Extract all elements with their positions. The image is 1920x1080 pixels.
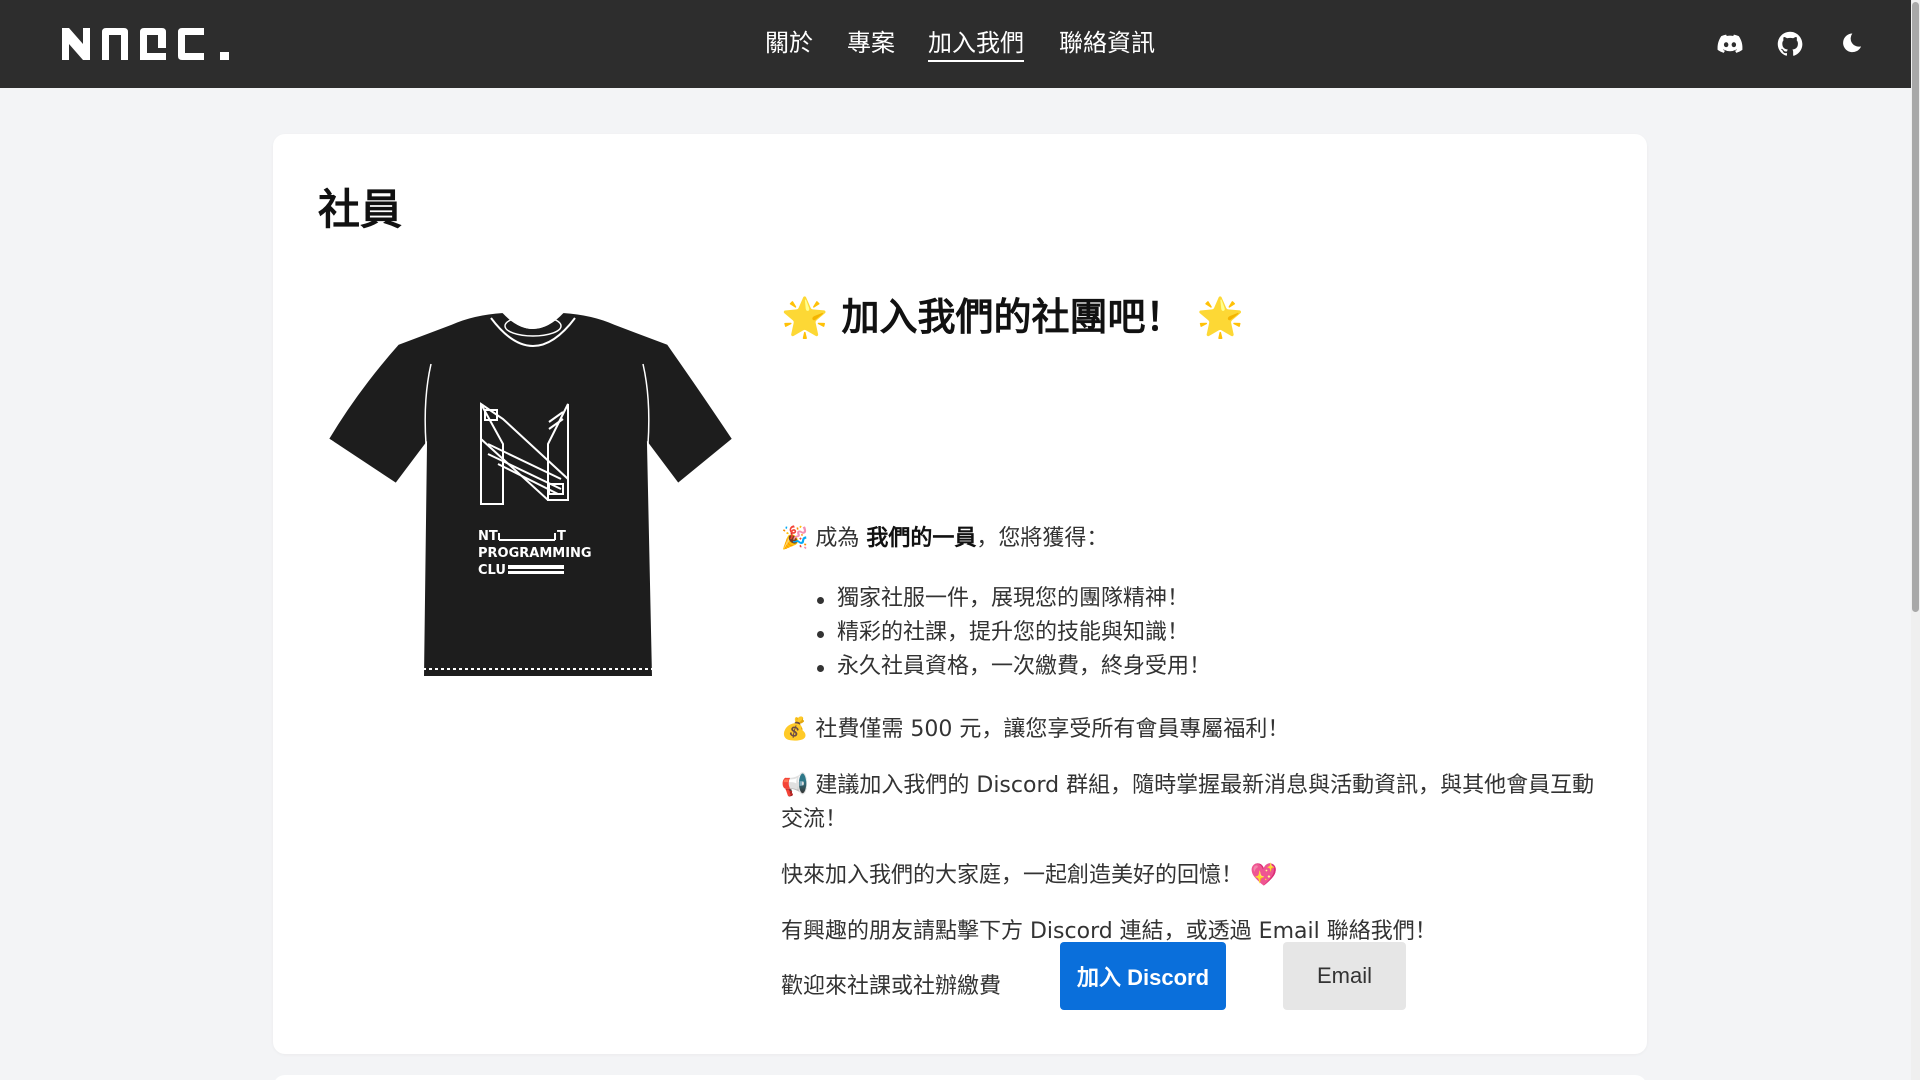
list-item: 獨家社服一件，展現您的團隊精神！: [817, 582, 1211, 616]
nav-projects[interactable]: 專案: [847, 26, 895, 62]
fee-text: 💰 社費僅需 500 元，讓您享受所有會員專屬福利！: [781, 717, 1290, 742]
scrollbar[interactable]: [1911, 0, 1920, 1080]
intro-bold: 我們的一員: [866, 526, 977, 551]
intro-prefix: 🎉 成為: [781, 526, 867, 551]
nav-about[interactable]: 關於: [765, 26, 813, 62]
perks-list: 獨家社服一件，展現您的團隊精神！ 精彩的社課，提升您的技能與知識！ 永久社員資格…: [817, 582, 1211, 684]
next-card: [273, 1075, 1647, 1080]
main-nav: 關於 專案 加入我們 聯絡資訊: [0, 0, 1920, 88]
moon-icon[interactable]: [1836, 30, 1864, 58]
tshirt-text-line1-end: T: [557, 529, 566, 544]
top-navbar: 關於 專案 加入我們 聯絡資訊: [0, 0, 1920, 88]
list-item: 永久社員資格，一次繳費，終身受用！: [817, 650, 1211, 684]
join-headline: 🌟 加入我們的社團吧！ 🌟: [781, 295, 1245, 339]
nav-join-us[interactable]: 加入我們: [928, 26, 1024, 62]
discord-icon[interactable]: [1716, 30, 1744, 58]
discord-note-text: 📢 建議加入我們的 Discord 群組，隨時掌握最新消息與活動資訊，與其他會員…: [781, 773, 1595, 832]
page-title: 社員: [318, 185, 403, 234]
nav-contact[interactable]: 聯絡資訊: [1059, 26, 1155, 62]
intro-text: 🎉 成為 我們的一員，您將獲得：: [781, 522, 1108, 556]
email-button[interactable]: Email: [1283, 942, 1406, 1010]
scrollbar-thumb[interactable]: [1912, 2, 1919, 612]
tshirt-text-line1: NT: [478, 529, 498, 544]
github-icon[interactable]: [1776, 30, 1804, 58]
tshirt-text-line2: PROGRAMMING: [478, 546, 592, 561]
family-text: 快來加入我們的大家庭，一起創造美好的回憶！ 💖: [781, 863, 1278, 888]
club-tshirt-image: NT T PROGRAMMING CLU: [326, 310, 735, 678]
list-item: 精彩的社課，提升您的技能與知識！: [817, 616, 1211, 650]
join-discord-button[interactable]: 加入 Discord: [1060, 942, 1226, 1010]
intro-suffix: ，您將獲得：: [976, 526, 1109, 551]
tshirt-text-line3: CLU: [478, 563, 506, 578]
membership-card: 社員 NT T PROGRAMMING CLU 🌟 加入我們的社團吧！ 🌟 🎉 …: [273, 134, 1647, 1054]
